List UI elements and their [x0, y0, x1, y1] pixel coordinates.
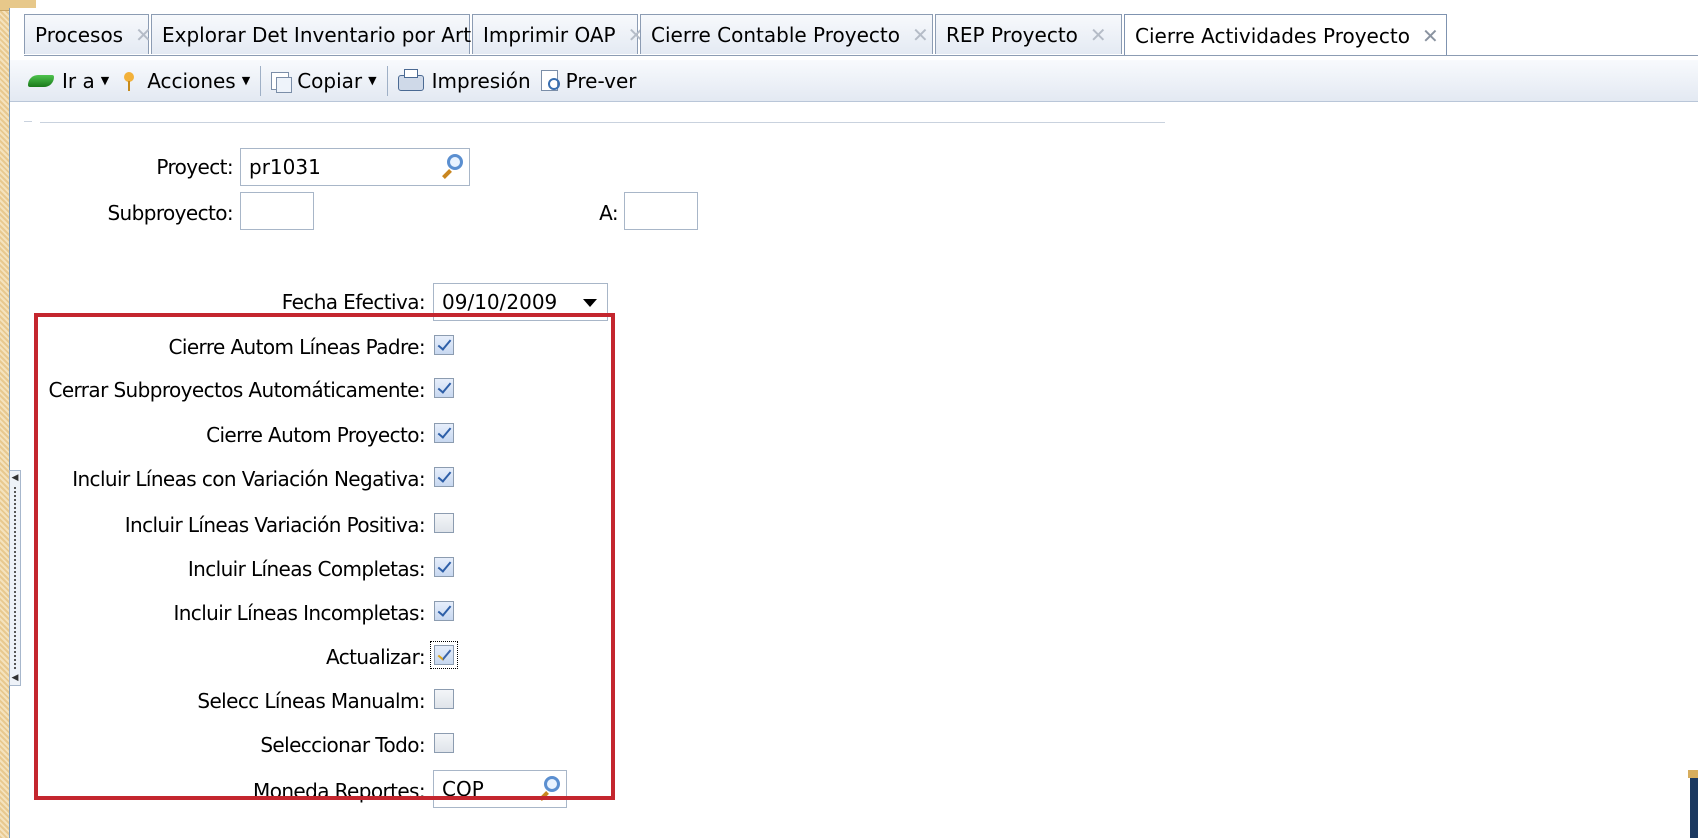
effective-date-value: 09/10/2009 — [442, 290, 558, 314]
caret-down-icon: ▼ — [241, 74, 251, 87]
tab-explorar-det-inventario[interactable]: Explorar Det Inventario por Art ✕ — [151, 14, 500, 54]
tab-label: Explorar Det Inventario por Art — [162, 22, 472, 47]
actions-label: Acciones — [147, 68, 236, 93]
subproject-label: Subproyecto: — [107, 201, 233, 225]
project-label: Proyect: — [156, 155, 233, 179]
preview-label: Pre-ver — [565, 68, 637, 93]
goto-label: Ir a — [62, 68, 95, 93]
printer-icon — [397, 68, 424, 91]
tab-label: REP Proyecto — [946, 22, 1078, 47]
search-icon[interactable] — [447, 154, 463, 170]
close-icon[interactable]: ✕ — [912, 23, 929, 47]
tab-label: Procesos — [35, 22, 124, 47]
close-icon[interactable]: ✕ — [1422, 24, 1439, 48]
copy-menu-button[interactable]: Copiar ▼ — [271, 68, 377, 93]
splitter-grip[interactable] — [14, 487, 16, 669]
print-label: Impresión — [431, 68, 531, 93]
copy-label: Copiar — [297, 68, 363, 93]
tab-bar-border — [24, 55, 1698, 56]
tab-cierre-contable-proyecto[interactable]: Cierre Contable Proyecto ✕ — [640, 14, 933, 54]
panel-splitter[interactable]: ◀ ◀ — [9, 470, 21, 686]
desktop-background-strip — [0, 0, 9, 838]
tab-label: Cierre Contable Proyecto — [651, 22, 900, 47]
toolbar-separator — [260, 65, 262, 96]
tab-label: Imprimir OAP — [483, 22, 616, 47]
collapse-left-icon[interactable]: ◀ — [12, 473, 19, 483]
close-icon[interactable]: ✕ — [135, 23, 152, 47]
to-label: A: — [599, 201, 618, 225]
goto-menu-button[interactable]: Ir a ▼ — [28, 69, 109, 93]
project-value: pr1031 — [249, 155, 321, 179]
tab-label: Cierre Actividades Proyecto — [1135, 23, 1410, 48]
actions-menu-button[interactable]: Acciones ▼ — [119, 69, 250, 93]
desktop-edge — [1688, 770, 1698, 778]
section-divider — [40, 122, 1165, 123]
section-divider-stub — [24, 121, 32, 122]
copy-icon — [271, 71, 293, 93]
tab-bar: Procesos ✕ Explorar Det Inventario por A… — [24, 14, 1449, 56]
highlight-annotation-box — [34, 313, 615, 800]
caret-down-icon: ▼ — [100, 74, 110, 87]
go-arrow-icon — [28, 74, 54, 87]
tab-cierre-actividades-proyecto[interactable]: Cierre Actividades Proyecto ✕ — [1124, 14, 1447, 56]
tab-procesos[interactable]: Procesos ✕ — [24, 14, 152, 54]
toolbar-separator — [386, 65, 388, 96]
effective-date-label: Fecha Efectiva: — [281, 290, 426, 314]
to-field[interactable] — [624, 192, 698, 230]
caret-down-icon: ▼ — [368, 74, 377, 87]
chevron-down-icon[interactable] — [583, 299, 597, 307]
pin-icon — [119, 71, 139, 91]
project-field[interactable]: pr1031 — [240, 148, 470, 186]
tab-rep-proyecto[interactable]: REP Proyecto ✕ — [935, 14, 1122, 54]
collapse-left-icon[interactable]: ◀ — [12, 673, 19, 683]
subproject-field[interactable] — [240, 192, 314, 230]
tab-imprimir-oap[interactable]: Imprimir OAP ✕ — [472, 14, 644, 54]
desktop-edge — [1690, 778, 1698, 838]
print-button[interactable]: Impresión — [397, 68, 531, 93]
toolbar: Ir a ▼ Acciones ▼ Copiar ▼ Impresión Pre… — [10, 60, 1698, 102]
preview-button[interactable]: Pre-ver — [540, 68, 637, 93]
preview-icon — [540, 70, 560, 91]
close-icon[interactable]: ✕ — [1090, 23, 1107, 47]
